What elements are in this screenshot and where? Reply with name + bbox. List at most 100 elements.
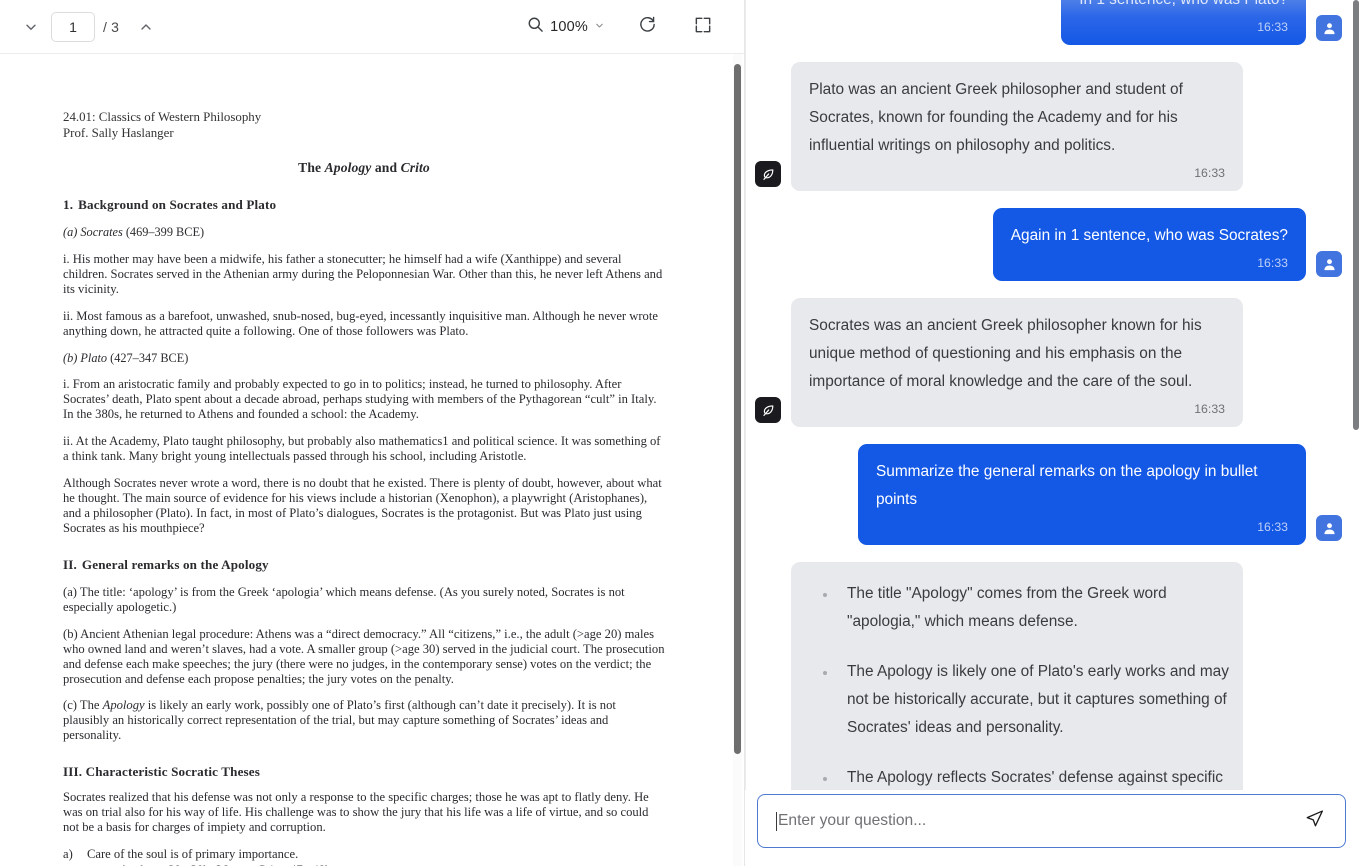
chat-scrollbar-thumb[interactable] [1353,0,1359,430]
message-bubble[interactable]: The title "Apology" comes from the Greek… [791,562,1243,790]
zoom-level-label: 100% [550,19,588,35]
section-2-heading: II. General remarks on the Apology [63,557,665,573]
subsection-1a-label: (a) Socrates [63,224,123,239]
pdf-toolbar: 1 / 3 100% [0,0,745,54]
section-2-title: General remarks on the Apology [81,557,269,572]
subsection-1a: (a) Socrates (469–399 BCE) [63,225,665,240]
paragraph-1b-ii: ii. At the Academy, Plato taught philoso… [63,434,661,464]
app-root: 1 / 3 100% 24.01: Classics of Western Ph… [0,0,1364,866]
section-2-number: II. [63,557,77,572]
zoom-control[interactable]: 100% [521,12,611,42]
chat-message-user-1: In 1 sentence, who was Plato? 16:33 [755,0,1342,45]
thesis-a: a) Care of the soul is of primary importa… [63,847,665,862]
paragraph-2c-apology: Apology [102,698,145,713]
title-apology: Apology [324,160,372,176]
title-crito: Crito [400,160,430,176]
message-bubble[interactable]: Summarize the general remarks on the apo… [858,444,1306,545]
pdf-page-1: 24.01: Classics of Western Philosophy Pr… [0,54,733,866]
message-bubble[interactable]: Socrates was an ancient Greek philosophe… [791,298,1243,427]
socrates-dates: (469–399 BCE) [122,224,205,239]
avatar [1316,515,1342,541]
avatar [1316,251,1342,277]
message-timestamp: 16:33 [1257,256,1288,270]
document-title: The Apology and Crito [63,160,665,176]
avatar [755,397,781,423]
chat-message-user-2: Again in 1 sentence, who was Socrates? 1… [755,208,1342,281]
next-page-button[interactable] [132,13,160,41]
chat-pane: In 1 sentence, who was Plato? 16:33 [745,0,1364,866]
chat-message-list[interactable]: In 1 sentence, who was Plato? 16:33 [745,0,1364,790]
feather-icon [761,167,776,182]
section-1-heading: 1. Background on Socrates and Plato [63,197,665,213]
message-timestamp: 16:33 [1194,166,1225,180]
subsection-1b: (b) Plato (427–347 BCE) [63,351,665,366]
plato-dates: (427–347 BCE) [107,350,189,365]
pdf-scroll-area[interactable]: 24.01: Classics of Western Philosophy Pr… [0,54,745,866]
paragraph-1b-i: i. From an aristocratic family and proba… [63,377,657,422]
message-timestamp: 16:33 [1257,20,1288,34]
avatar [755,161,781,187]
paragraph-1-closing: Although Socrates never wrote a word, th… [63,476,662,536]
person-icon [1322,521,1337,536]
thesis-a-text: Care of the soul is of primary importanc… [87,846,299,861]
pdf-scrollbar-thumb[interactable] [734,64,741,754]
chevron-up-icon [138,19,154,35]
paragraph-1a-i: i. His mother may have been a midwife, h… [63,251,663,296]
section-1-number: 1. [63,197,74,213]
chat-input-placeholder: Enter your question... [778,812,927,829]
title-mid: and [371,160,401,176]
chat-input-field[interactable]: Enter your question... [757,794,1346,848]
chevron-down-icon [594,18,605,36]
message-timestamp: 16:33 [1257,520,1288,534]
chat-message-bot-2: Socrates was an ancient Greek philosophe… [755,298,1342,427]
message-text: Again in 1 sentence, who was Socrates? [1010,227,1288,244]
pdf-scrollbar[interactable] [733,54,742,866]
message-bubble[interactable]: In 1 sentence, who was Plato? 16:33 [1061,0,1306,45]
chat-message-bot-3: The title "Apology" comes from the Greek… [755,562,1342,790]
send-icon [1304,808,1325,834]
summary-bullet-list: The title "Apology" comes from the Greek… [797,580,1229,790]
feather-icon [761,403,776,418]
title-pre: The [298,160,325,176]
person-icon [1322,257,1337,272]
course-header-line-1: 24.01: Classics of Western Philosophy [63,110,262,124]
page-total-label: / 3 [103,18,120,35]
paragraph-1a-ii: ii. Most famous as a barefoot, unwashed,… [63,308,658,338]
refresh-icon [638,15,657,39]
pdf-viewer-pane: 1 / 3 100% 24.01: Classics of Western Ph… [0,0,745,866]
search-icon [527,16,544,38]
message-timestamp: 16:33 [1194,402,1225,416]
chat-message-bot-1: Plato was an ancient Greek philosopher a… [755,62,1342,191]
paragraph-2c: (c) The Apology is likely an early work,… [63,698,665,743]
fullscreen-button[interactable] [683,7,723,47]
message-text: Plato was an ancient Greek philosopher a… [809,81,1183,154]
person-icon [1322,21,1337,36]
page-number-input[interactable]: 1 [51,11,95,42]
page-navigation-group: 1 / 3 [0,11,160,42]
message-bubble[interactable]: Plato was an ancient Greek philosopher a… [791,62,1243,191]
chat-message-user-3: Summarize the general remarks on the apo… [755,444,1342,545]
section-3-heading: III. Characteristic Socratic Theses [63,764,261,780]
list-item: The Apology is likely one of Plato's ear… [805,658,1229,742]
paragraph-2a: (a) The title: ‘apology’ is from the Gre… [63,584,625,614]
message-bubble[interactable]: Again in 1 sentence, who was Socrates? 1… [992,208,1306,281]
pdf-toolbar-actions: 100% [521,0,745,54]
reload-button[interactable] [627,7,667,47]
list-item: The Apology reflects Socrates' defense a… [805,764,1229,790]
chat-scrollbar[interactable] [1353,0,1360,790]
section-1-title: Background on Socrates and Plato [78,197,277,213]
paragraph-2c-pre: (c) The [63,698,103,713]
send-button[interactable] [1299,806,1329,836]
paragraph-2c-post: is likely an early work, possibly one of… [63,698,616,743]
paragraph-3-intro: Socrates realized that his defense was n… [63,790,649,834]
chevron-down-icon [23,19,39,35]
message-text: Summarize the general remarks on the apo… [876,463,1258,508]
subsection-1b-label: (b) Plato [63,350,108,365]
list-item: The title "Apology" comes from the Greek… [805,580,1229,636]
course-header-line-2: Prof. Sally Haslanger [63,125,174,140]
message-text: In 1 sentence, who was Plato? [1079,0,1288,8]
chat-input-area: Enter your question... [745,790,1364,866]
previous-page-button[interactable] [17,13,45,41]
message-text: Socrates was an ancient Greek philosophe… [809,317,1202,390]
fullscreen-icon [694,16,712,39]
